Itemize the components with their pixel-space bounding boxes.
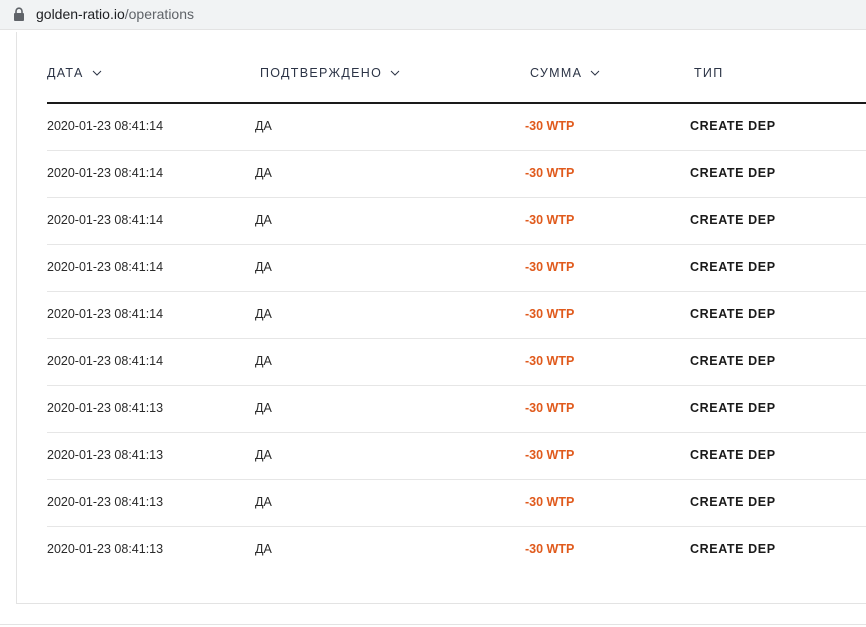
column-header-label: ДАТА — [47, 66, 84, 80]
amount-cell: -30 WTP — [525, 307, 575, 321]
amount-cell: -30 WTP — [525, 448, 575, 462]
chevron-down-icon — [390, 70, 400, 76]
confirmed-cell: ДА — [255, 213, 272, 227]
column-header-type: ТИП — [694, 66, 724, 80]
table-row: 2020-01-23 08:41:13 ДА -30 WTP CREATE DE… — [47, 386, 866, 433]
type-cell: CREATE DEP — [690, 213, 776, 227]
table-row: 2020-01-23 08:41:13 ДА -30 WTP CREATE DE… — [47, 527, 866, 573]
address-bar[interactable]: golden-ratio.io/operations — [0, 0, 866, 30]
chevron-down-icon — [590, 70, 600, 76]
column-header-amount[interactable]: СУММА — [530, 66, 600, 80]
confirmed-cell: ДА — [255, 495, 272, 509]
table-row: 2020-01-23 08:41:14 ДА -30 WTP CREATE DE… — [47, 339, 866, 386]
type-cell: CREATE DEP — [690, 401, 776, 415]
column-header-label: СУММА — [530, 66, 583, 80]
date-cell: 2020-01-23 08:41:13 — [47, 542, 164, 556]
confirmed-cell: ДА — [255, 448, 272, 462]
confirmed-cell: ДА — [255, 354, 272, 368]
date-cell: 2020-01-23 08:41:13 — [47, 401, 164, 415]
date-cell: 2020-01-23 08:41:14 — [47, 119, 164, 133]
amount-cell: -30 WTP — [525, 213, 575, 227]
date-cell: 2020-01-23 08:41:14 — [47, 307, 164, 321]
type-cell: CREATE DEP — [690, 166, 776, 180]
amount-cell: -30 WTP — [525, 401, 575, 415]
confirmed-cell: ДА — [255, 119, 272, 133]
url-path: /operations — [124, 6, 195, 22]
date-cell: 2020-01-23 08:41:13 — [47, 495, 164, 509]
type-cell: CREATE DEP — [690, 542, 776, 556]
date-cell: 2020-01-23 08:41:14 — [47, 354, 164, 368]
confirmed-cell: ДА — [255, 260, 272, 274]
type-cell: CREATE DEP — [690, 119, 776, 133]
amount-cell: -30 WTP — [525, 119, 575, 133]
table-row: 2020-01-23 08:41:13 ДА -30 WTP CREATE DE… — [47, 433, 866, 480]
table-row: 2020-01-23 08:41:14 ДА -30 WTP CREATE DE… — [47, 245, 866, 292]
confirmed-cell: ДА — [255, 401, 272, 415]
date-cell: 2020-01-23 08:41:13 — [47, 448, 164, 462]
amount-cell: -30 WTP — [525, 495, 575, 509]
confirmed-cell: ДА — [255, 542, 272, 556]
column-header-date[interactable]: ДАТА — [47, 66, 102, 80]
amount-cell: -30 WTP — [525, 260, 575, 274]
confirmed-cell: ДА — [255, 307, 272, 321]
table-row: 2020-01-23 08:41:14 ДА -30 WTP CREATE DE… — [47, 104, 866, 151]
table-row: 2020-01-23 08:41:13 ДА -30 WTP CREATE DE… — [47, 480, 866, 527]
table-row: 2020-01-23 08:41:14 ДА -30 WTP CREATE DE… — [47, 151, 866, 198]
operations-table-body: 2020-01-23 08:41:14 ДА -30 WTP CREATE DE… — [47, 104, 866, 573]
amount-cell: -30 WTP — [525, 542, 575, 556]
column-header-label: ТИП — [694, 66, 724, 80]
confirmed-cell: ДА — [255, 166, 272, 180]
amount-cell: -30 WTP — [525, 166, 575, 180]
chevron-down-icon — [92, 70, 101, 76]
date-cell: 2020-01-23 08:41:14 — [47, 260, 164, 274]
lock-icon — [14, 7, 24, 21]
date-cell: 2020-01-23 08:41:14 — [47, 213, 164, 227]
column-header-label: ПОДТВЕРЖДЕНО — [260, 66, 383, 80]
date-cell: 2020-01-23 08:41:14 — [47, 166, 164, 180]
column-header-confirmed[interactable]: ПОДТВЕРЖДЕНО — [260, 66, 400, 80]
url-text[interactable]: golden-ratio.io/operations — [36, 6, 194, 22]
type-cell: CREATE DEP — [690, 448, 776, 462]
table-header: ДАТА ПОДТВЕРЖДЕНО СУММА ТИП — [47, 50, 866, 104]
url-domain: golden-ratio.io — [36, 6, 125, 22]
type-cell: CREATE DEP — [690, 495, 776, 509]
type-cell: CREATE DEP — [690, 354, 776, 368]
type-cell: CREATE DEP — [690, 260, 776, 274]
type-cell: CREATE DEP — [690, 307, 776, 321]
divider — [0, 624, 866, 625]
amount-cell: -30 WTP — [525, 354, 575, 368]
table-row: 2020-01-23 08:41:14 ДА -30 WTP CREATE DE… — [47, 198, 866, 245]
table-row: 2020-01-23 08:41:14 ДА -30 WTP CREATE DE… — [47, 292, 866, 339]
